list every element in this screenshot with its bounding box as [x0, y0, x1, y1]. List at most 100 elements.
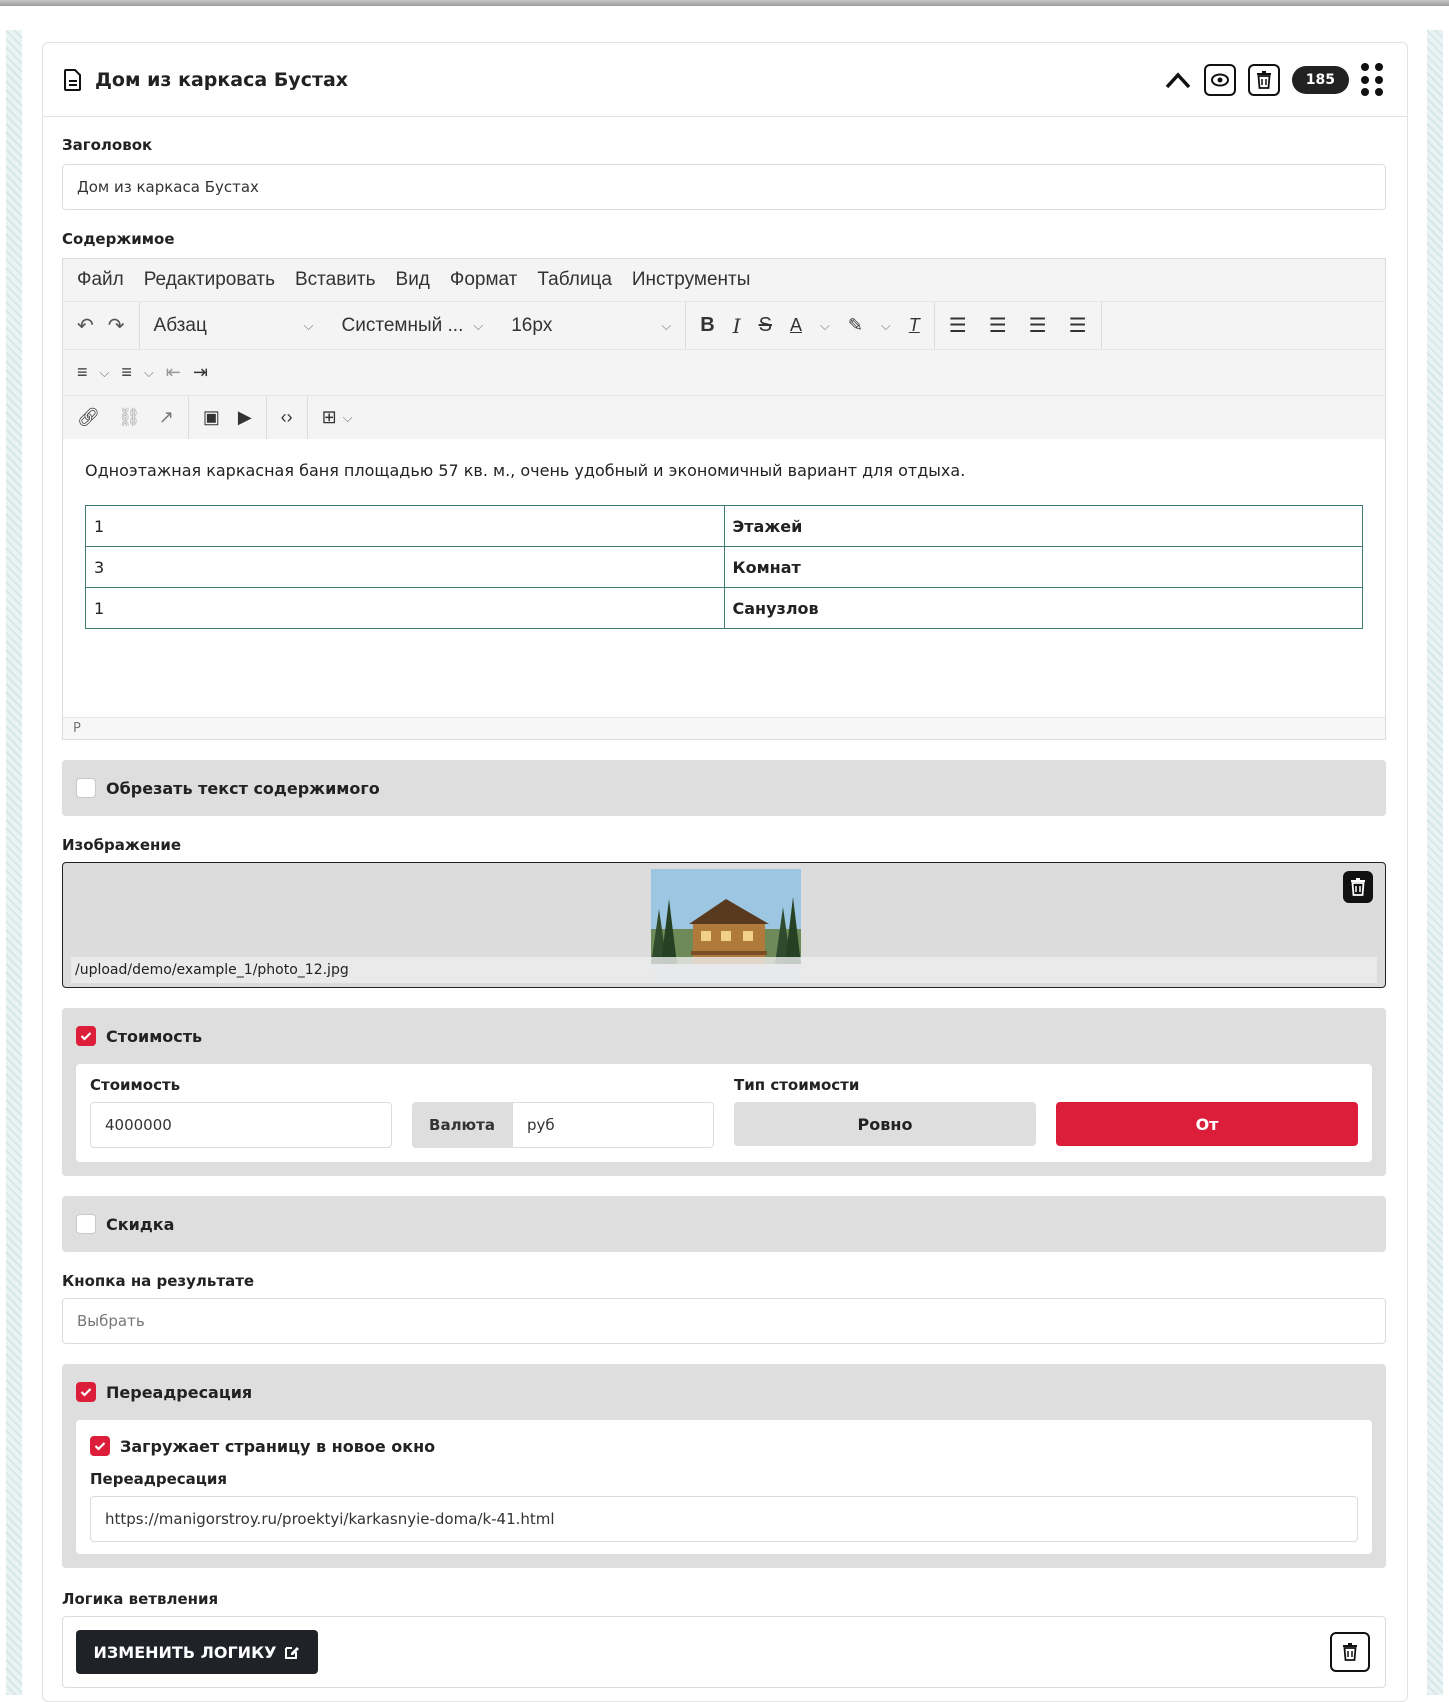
left-pattern-strip: [6, 30, 22, 1695]
format-selects: Абзац ⌵ Системный ... ⌵ 16px ⌵: [140, 302, 687, 349]
font-family-select[interactable]: Системный ... ⌵: [342, 315, 484, 337]
preview-button[interactable]: [1203, 64, 1236, 96]
redirect-checkbox[interactable]: [76, 1382, 96, 1402]
table-cell: Комнат: [723, 546, 1363, 588]
delete-logic-button[interactable]: [1330, 1632, 1370, 1672]
cost-input[interactable]: 4000000: [90, 1102, 392, 1148]
unlink-icon[interactable]: ⛓︎: [118, 407, 141, 428]
redirect-toggle[interactable]: Переадресация: [76, 1382, 252, 1402]
menu-insert[interactable]: Вставить: [295, 269, 376, 291]
menu-table[interactable]: Таблица: [537, 269, 612, 291]
text-style-group: B I S A ⌵ ✎ ⌵ T: [686, 302, 935, 349]
video-icon[interactable]: ▶: [238, 407, 252, 428]
edit-icon: [285, 1647, 300, 1659]
currency-input[interactable]: руб: [512, 1102, 714, 1148]
chevron-down-icon[interactable]: ⌵: [881, 318, 891, 334]
highlight-icon[interactable]: ✎: [848, 315, 863, 336]
numbered-list-icon[interactable]: ≡: [77, 362, 88, 383]
result-button-select[interactable]: Выбрать: [62, 1298, 1386, 1344]
top-border: [0, 0, 1449, 6]
redirect-url-label: Переадресация: [90, 1470, 228, 1488]
history-group: ↶ ↷: [75, 302, 140, 349]
trash-icon: [1343, 1643, 1357, 1661]
currency-addon: Валюта: [412, 1102, 512, 1148]
new-window-checkbox[interactable]: [90, 1436, 110, 1456]
align-group: ☰ ☰ ☰ ☰: [935, 302, 1102, 349]
block-format-value: Абзац: [153, 314, 207, 336]
align-left-icon[interactable]: ☰: [949, 313, 967, 338]
chevron-up-icon[interactable]: [1164, 70, 1192, 90]
price-checkbox[interactable]: [76, 1026, 96, 1046]
chevron-down-icon[interactable]: ⌵: [343, 410, 353, 426]
cost-label: Стоимость: [90, 1076, 181, 1094]
outdent-icon[interactable]: ⇤: [166, 362, 181, 383]
logic-label: Логика ветвления: [62, 1590, 219, 1608]
drag-handle-icon[interactable]: [1361, 63, 1383, 97]
title-input[interactable]: Дом из каркаса Бустах: [62, 164, 1386, 210]
title-input-value: Дом из каркаса Бустах: [77, 178, 259, 196]
trim-toggle[interactable]: Обрезать текст содержимого: [76, 778, 380, 798]
menu-tools[interactable]: Инструменты: [632, 269, 750, 291]
chevron-down-icon[interactable]: ⌵: [100, 365, 110, 381]
text-color-icon[interactable]: A: [790, 315, 802, 336]
align-right-icon[interactable]: ☰: [1029, 313, 1047, 338]
redirect-toggle-label: Переадресация: [106, 1382, 253, 1402]
menu-file[interactable]: Файл: [77, 269, 124, 291]
font-size-select[interactable]: 16px ⌵: [511, 315, 671, 337]
discount-panel: [62, 1196, 1386, 1252]
chevron-down-icon: ⌵: [303, 317, 314, 333]
table-row: 1 Санузлов: [85, 587, 1363, 629]
discount-checkbox[interactable]: [76, 1214, 96, 1234]
strikethrough-icon[interactable]: S: [759, 314, 772, 337]
link-icon[interactable]: 🔗︎: [77, 407, 100, 428]
editor-statusbar: P: [63, 717, 1385, 739]
price-type-from-label: От: [1195, 1114, 1219, 1134]
currency-label: Валюта: [429, 1116, 495, 1134]
image-label: Изображение: [62, 836, 182, 854]
delete-card-button[interactable]: [1247, 64, 1280, 96]
link-group: 🔗︎ ⛓︎ ↗: [75, 396, 189, 439]
menu-view[interactable]: Вид: [396, 269, 430, 291]
code-icon[interactable]: ‹›: [281, 407, 293, 428]
editor-content[interactable]: Одноэтажная каркасная баня площадью 57 к…: [63, 439, 1385, 719]
price-type-from-button[interactable]: От: [1056, 1102, 1358, 1146]
redo-icon[interactable]: ↷: [108, 313, 125, 338]
new-window-toggle[interactable]: Загружает страницу в новое окно: [90, 1436, 435, 1456]
discount-toggle[interactable]: Скидка: [76, 1214, 174, 1234]
italic-icon[interactable]: I: [733, 314, 741, 338]
align-center-icon[interactable]: ☰: [989, 313, 1007, 338]
price-toggle[interactable]: Стоимость: [76, 1026, 202, 1046]
table-cell: 3: [85, 546, 725, 588]
clear-format-icon[interactable]: T: [909, 315, 920, 336]
table-cell: 1: [85, 587, 725, 629]
bold-icon[interactable]: B: [700, 314, 714, 337]
editor-toolbar-row-1: ↶ ↷ Абзац ⌵ Системный ... ⌵ 16px ⌵ B I S A …: [63, 301, 1385, 349]
menu-edit[interactable]: Редактировать: [144, 269, 275, 291]
check-icon: [94, 1442, 106, 1451]
open-link-icon[interactable]: ↗: [159, 407, 174, 428]
image-field: /upload/demo/example_1/photo_12.jpg: [62, 862, 1386, 988]
redirect-url-input[interactable]: https://manigorstroy.ru/proektyi/karkasn…: [90, 1496, 1358, 1542]
font-size-value: 16px: [511, 314, 553, 336]
chevron-down-icon[interactable]: ⌵: [820, 318, 830, 334]
menu-format[interactable]: Формат: [450, 269, 518, 291]
list-group: ≡ ⌵ ≡ ⌵ ⇤ ⇥: [75, 350, 222, 395]
undo-icon[interactable]: ↶: [77, 313, 94, 338]
trash-icon: [1256, 71, 1271, 89]
price-type-exact-button[interactable]: Ровно: [734, 1102, 1036, 1146]
table-cell: 1: [85, 505, 725, 547]
delete-image-button[interactable]: [1343, 871, 1373, 903]
align-justify-icon[interactable]: ☰: [1069, 313, 1087, 338]
trim-checkbox[interactable]: [76, 778, 96, 798]
table-icon[interactable]: ⊞: [322, 407, 337, 428]
bullet-list-icon[interactable]: ≡: [121, 362, 132, 383]
eye-icon: [1210, 73, 1229, 87]
card-header: Дом из каркаса Бустах 185: [43, 43, 1407, 117]
image-icon[interactable]: ▣: [203, 407, 220, 428]
chevron-down-icon[interactable]: ⌵: [144, 365, 154, 381]
editor-menubar: Файл Редактировать Вставить Вид Формат Т…: [63, 259, 1385, 301]
change-logic-button[interactable]: ИЗМЕНИТЬ ЛОГИКУ: [76, 1630, 318, 1674]
indent-icon[interactable]: ⇥: [193, 362, 208, 383]
editor-toolbar-row-3: 🔗︎ ⛓︎ ↗ ▣ ▶ ‹› ⊞ ⌵: [63, 395, 1385, 439]
block-format-select[interactable]: Абзац ⌵: [154, 315, 314, 337]
